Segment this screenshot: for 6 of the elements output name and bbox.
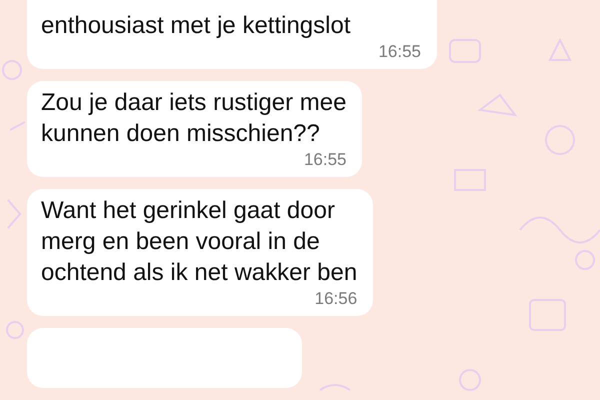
message-time: 16:56 bbox=[314, 288, 358, 310]
message-text: Zou je daar iets rustiger mee kunnen doen misschien?? bbox=[41, 88, 346, 149]
message-time: 16:55 bbox=[304, 149, 346, 171]
message-text: Want het gerinkel gaat door merg en been vooral in de ochtend als ik net wakker ben bbox=[41, 196, 358, 288]
message-text: enthousiast met je kettingslot bbox=[41, 11, 352, 41]
message-time: 16:55 bbox=[378, 41, 421, 63]
